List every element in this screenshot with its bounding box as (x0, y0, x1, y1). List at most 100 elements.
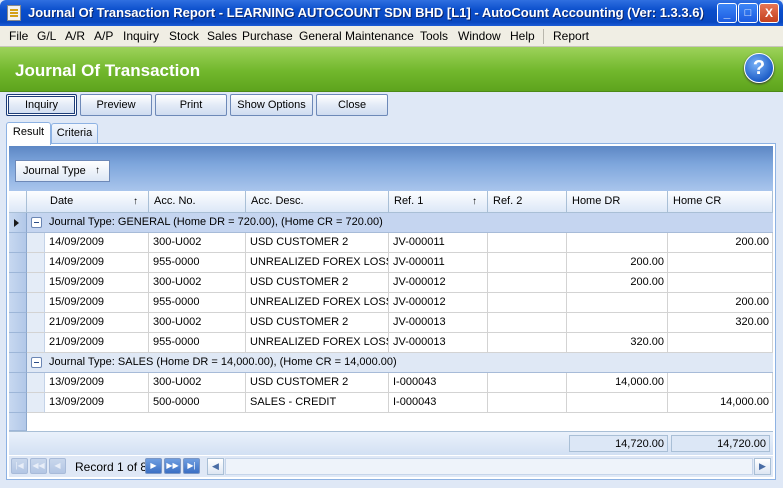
show-options-button[interactable]: Show Options (230, 94, 313, 116)
menu-ap[interactable]: A/P (94, 29, 113, 43)
prev-page-icon[interactable]: ◀◀ (30, 458, 47, 474)
menu-inquiry[interactable]: Inquiry (123, 29, 159, 43)
scroll-right-icon[interactable]: ▶ (754, 458, 771, 475)
row-indicator[interactable] (9, 333, 27, 353)
tab-result[interactable]: Result (6, 122, 51, 145)
group-indent (27, 373, 45, 393)
cell-ref1: JV-000011 (389, 233, 488, 253)
menu-stock[interactable]: Stock (169, 29, 199, 43)
cell-acc-desc: USD CUSTOMER 2 (246, 313, 389, 333)
row-indicator[interactable] (9, 213, 27, 233)
cell-acc-desc: USD CUSTOMER 2 (246, 273, 389, 293)
group-indent (27, 253, 45, 273)
table-row[interactable]: 14/09/2009 955-0000 UNREALIZED FOREX LOS… (27, 253, 773, 273)
column-acc-desc[interactable]: Acc. Desc. (246, 191, 389, 213)
column-home-cr[interactable]: Home CR (668, 191, 773, 213)
total-home-cr: 14,720.00 (671, 435, 770, 452)
first-record-icon[interactable]: |◀ (11, 458, 28, 474)
print-button[interactable]: Print (155, 94, 227, 116)
help-icon[interactable]: ? (744, 53, 774, 83)
row-indicator[interactable] (9, 313, 27, 333)
cell-date: 14/09/2009 (45, 233, 149, 253)
cell-acc-desc: SALES - CREDIT (246, 393, 389, 413)
column-date[interactable]: Date ↑ (27, 191, 149, 213)
menu-purchase[interactable]: Purchase (242, 29, 293, 43)
group-chip-label: Journal Type (23, 165, 86, 177)
record-navigator: |◀ ◀◀ ◀ Record 1 of 8 ▶ ▶▶ ▶| ◀ ▶ (9, 456, 773, 477)
group-by-panel: Journal Type ↑ (9, 146, 773, 191)
menu-gl[interactable]: G/L (37, 29, 56, 43)
last-record-icon[interactable]: ▶| (183, 458, 200, 474)
grid-footer: 14,720.00 14,720.00 (9, 431, 773, 455)
menu-sales[interactable]: Sales (207, 29, 237, 43)
cell-home-cr: 200.00 (668, 293, 773, 313)
minimize-button[interactable]: _ (717, 3, 737, 23)
prev-record-icon[interactable]: ◀ (49, 458, 66, 474)
menu-window[interactable]: Window (458, 29, 501, 43)
inquiry-button[interactable]: Inquiry (6, 94, 77, 116)
maximize-button[interactable]: □ (738, 3, 758, 23)
group-row-sales[interactable]: Journal Type: SALES (Home DR = 14,000.00… (27, 353, 773, 373)
window-title: Journal Of Transaction Report - LEARNING… (28, 5, 704, 20)
cell-ref2 (488, 393, 567, 413)
column-acc-no[interactable]: Acc. No. (149, 191, 246, 213)
menu-file[interactable]: File (9, 29, 28, 43)
row-indicator[interactable] (9, 293, 27, 313)
group-indent (27, 313, 45, 333)
cell-home-cr (668, 273, 773, 293)
menu-general-maintenance[interactable]: General Maintenance (299, 29, 414, 43)
row-indicator[interactable] (9, 353, 27, 373)
table-row[interactable]: 15/09/2009 300-U002 USD CUSTOMER 2 JV-00… (27, 273, 773, 293)
row-indicator-empty (9, 413, 27, 431)
cell-date: 13/09/2009 (45, 393, 149, 413)
cell-home-cr (668, 333, 773, 353)
cell-date: 14/09/2009 (45, 253, 149, 273)
cell-home-cr (668, 253, 773, 273)
total-home-dr: 14,720.00 (569, 435, 668, 452)
horizontal-scrollbar[interactable] (225, 458, 753, 475)
cell-home-dr: 200.00 (567, 253, 668, 273)
cell-ref1: JV-000013 (389, 333, 488, 353)
group-row-general[interactable]: Journal Type: GENERAL (Home DR = 720.00)… (27, 213, 773, 233)
table-row[interactable]: 21/09/2009 300-U002 USD CUSTOMER 2 JV-00… (27, 313, 773, 333)
close-button[interactable]: Close (316, 94, 388, 116)
row-indicator[interactable] (9, 393, 27, 413)
cell-acc-no: 300-U002 (149, 273, 246, 293)
cell-home-dr: 320.00 (567, 333, 668, 353)
table-row[interactable]: 15/09/2009 955-0000 UNREALIZED FOREX LOS… (27, 293, 773, 313)
row-indicator[interactable] (9, 373, 27, 393)
row-indicator[interactable] (9, 233, 27, 253)
cell-home-dr (567, 313, 668, 333)
menu-report[interactable]: Report (553, 29, 589, 43)
menu-ar[interactable]: A/R (65, 29, 85, 43)
collapse-icon[interactable] (31, 217, 42, 228)
column-home-dr[interactable]: Home DR (567, 191, 668, 213)
column-ref2[interactable]: Ref. 2 (488, 191, 567, 213)
row-indicator[interactable] (9, 253, 27, 273)
cell-home-cr (668, 373, 773, 393)
scroll-left-icon[interactable]: ◀ (207, 458, 224, 475)
cell-home-dr (567, 233, 668, 253)
close-window-button[interactable]: X (759, 3, 779, 23)
next-page-icon[interactable]: ▶▶ (164, 458, 181, 474)
table-row[interactable]: 13/09/2009 300-U002 USD CUSTOMER 2 I-000… (27, 373, 773, 393)
cell-acc-no: 500-0000 (149, 393, 246, 413)
cell-acc-no: 300-U002 (149, 313, 246, 333)
table-row[interactable]: 21/09/2009 955-0000 UNREALIZED FOREX LOS… (27, 333, 773, 353)
row-indicator[interactable] (9, 273, 27, 293)
cell-ref2 (488, 313, 567, 333)
menu-help[interactable]: Help (510, 29, 535, 43)
table-row[interactable]: 14/09/2009 300-U002 USD CUSTOMER 2 JV-00… (27, 233, 773, 253)
preview-button[interactable]: Preview (80, 94, 152, 116)
next-record-icon[interactable]: ▶ (145, 458, 162, 474)
menu-tools[interactable]: Tools (420, 29, 448, 43)
table-row[interactable]: 13/09/2009 500-0000 SALES - CREDIT I-000… (27, 393, 773, 413)
cell-acc-no: 955-0000 (149, 293, 246, 313)
tab-criteria[interactable]: Criteria (51, 123, 98, 144)
column-ref1[interactable]: Ref. 1 ↑ (389, 191, 488, 213)
cell-date: 13/09/2009 (45, 373, 149, 393)
cell-acc-desc: USD CUSTOMER 2 (246, 233, 389, 253)
collapse-icon[interactable] (31, 357, 42, 368)
cell-ref1: JV-000013 (389, 313, 488, 333)
group-by-journal-type[interactable]: Journal Type ↑ (15, 160, 110, 182)
